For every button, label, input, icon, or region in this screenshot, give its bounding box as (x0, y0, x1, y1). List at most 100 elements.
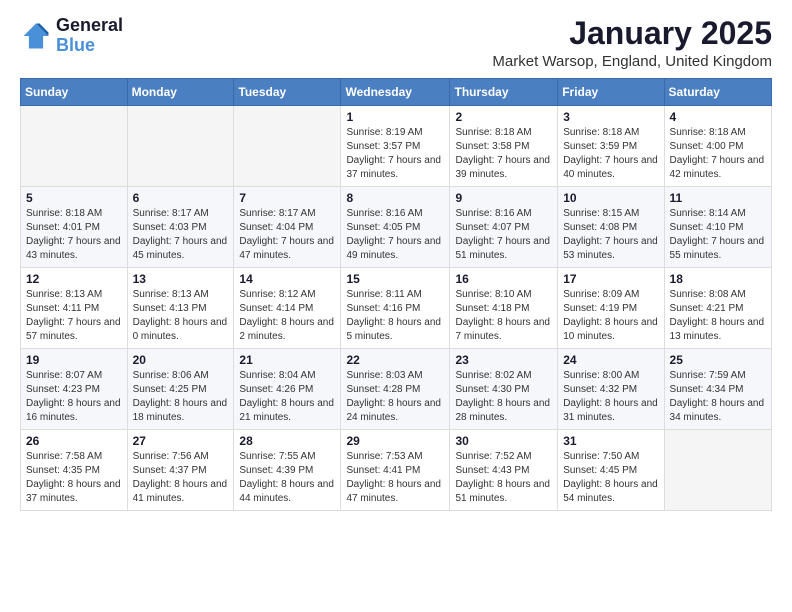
day-info: Sunrise: 8:13 AMSunset: 4:11 PMDaylight:… (26, 288, 122, 344)
day-info: Sunrise: 8:15 AMSunset: 4:08 PMDaylight:… (563, 207, 658, 263)
calendar-cell: 9 Sunrise: 8:16 AMSunset: 4:07 PMDaylight… (450, 187, 558, 268)
weekday-header: Thursday (450, 79, 558, 106)
title-block: January 2025 Market Warsop, England, Uni… (492, 16, 772, 70)
day-number: 12 (26, 272, 122, 286)
logo: General Blue (20, 16, 123, 56)
calendar-cell: 11 Sunrise: 8:14 AMSunset: 4:10 PMDayligh… (664, 187, 771, 268)
day-number: 17 (563, 272, 658, 286)
day-info: Sunrise: 7:52 AMSunset: 4:43 PMDaylight:… (455, 450, 552, 506)
calendar-cell: 15Sunrise: 8:11 AMSunset: 4:16 PMDayligh… (341, 268, 450, 349)
day-info: Sunrise: 8:16 AMSunset: 4:05 PMDaylight:… (346, 207, 444, 263)
calendar-cell: 23 Sunrise: 8:02 AMSunset: 4:30 PMDayligh… (450, 349, 558, 430)
logo-text: General Blue (56, 16, 123, 56)
header: General Blue January 2025 Market Warsop,… (20, 16, 772, 70)
day-info: Sunrise: 8:06 AMSunset: 4:25 PMDaylight:… (133, 369, 229, 425)
logo-line2: Blue (56, 36, 123, 56)
day-number: 2 (455, 110, 552, 124)
day-number: 23 (455, 353, 552, 367)
month-title: January 2025 (492, 16, 772, 51)
calendar-cell: 17 Sunrise: 8:09 AMSunset: 4:19 PMDayligh… (558, 268, 664, 349)
day-info: Sunrise: 8:11 AMSunset: 4:16 PMDaylight:… (346, 288, 444, 344)
weekday-header: Sunday (21, 79, 128, 106)
day-number: 7 (239, 191, 335, 205)
day-number: 1 (346, 110, 444, 124)
day-number: 22 (346, 353, 444, 367)
calendar-cell: 12 Sunrise: 8:13 AMSunset: 4:11 PMDayligh… (21, 268, 128, 349)
calendar-week-row: 19Sunrise: 8:07 AMSunset: 4:23 PMDayligh… (21, 349, 772, 430)
weekday-header: Tuesday (234, 79, 341, 106)
day-info: Sunrise: 8:02 AMSunset: 4:30 PMDaylight:… (455, 369, 552, 425)
day-number: 27 (133, 434, 229, 448)
day-number: 13 (133, 272, 229, 286)
day-number: 21 (239, 353, 335, 367)
day-info: Sunrise: 8:18 AMSunset: 4:01 PMDaylight:… (26, 207, 122, 263)
calendar-week-row: 5 Sunrise: 8:18 AMSunset: 4:01 PMDaylight… (21, 187, 772, 268)
calendar-week-row: 12 Sunrise: 8:13 AMSunset: 4:11 PMDayligh… (21, 268, 772, 349)
day-number: 10 (563, 191, 658, 205)
day-info: Sunrise: 8:17 AMSunset: 4:03 PMDaylight:… (133, 207, 229, 263)
day-info: Sunrise: 7:55 AMSunset: 4:39 PMDaylight:… (239, 450, 335, 506)
calendar-cell: 16Sunrise: 8:10 AMSunset: 4:18 PMDayligh… (450, 268, 558, 349)
day-info: Sunrise: 8:03 AMSunset: 4:28 PMDaylight:… (346, 369, 444, 425)
day-number: 11 (670, 191, 766, 205)
weekday-header: Friday (558, 79, 664, 106)
day-info: Sunrise: 8:09 AMSunset: 4:19 PMDaylight:… (563, 288, 658, 344)
calendar-cell: 22 Sunrise: 8:03 AMSunset: 4:28 PMDayligh… (341, 349, 450, 430)
calendar-cell: 28 Sunrise: 7:55 AMSunset: 4:39 PMDayligh… (234, 430, 341, 511)
day-number: 4 (670, 110, 766, 124)
day-number: 3 (563, 110, 658, 124)
day-number: 20 (133, 353, 229, 367)
day-number: 6 (133, 191, 229, 205)
day-info: Sunrise: 8:08 AMSunset: 4:21 PMDaylight:… (670, 288, 766, 344)
calendar-cell: 4 Sunrise: 8:18 AMSunset: 4:00 PMDaylight… (664, 106, 771, 187)
day-number: 29 (346, 434, 444, 448)
day-info: Sunrise: 7:59 AMSunset: 4:34 PMDaylight:… (670, 369, 766, 425)
calendar-cell: 1 Sunrise: 8:19 AMSunset: 3:57 PMDaylight… (341, 106, 450, 187)
day-number: 18 (670, 272, 766, 286)
day-number: 9 (455, 191, 552, 205)
calendar-cell: 7 Sunrise: 8:17 AMSunset: 4:04 PMDaylight… (234, 187, 341, 268)
day-info: Sunrise: 8:14 AMSunset: 4:10 PMDaylight:… (670, 207, 766, 263)
day-info: Sunrise: 8:04 AMSunset: 4:26 PMDaylight:… (239, 369, 335, 425)
calendar-cell: 24 Sunrise: 8:00 AMSunset: 4:32 PMDayligh… (558, 349, 664, 430)
calendar-cell: 21 Sunrise: 8:04 AMSunset: 4:26 PMDayligh… (234, 349, 341, 430)
calendar-cell (21, 106, 128, 187)
calendar-cell (234, 106, 341, 187)
day-info: Sunrise: 7:58 AMSunset: 4:35 PMDaylight:… (26, 450, 122, 506)
day-info: Sunrise: 7:50 AMSunset: 4:45 PMDaylight:… (563, 450, 658, 506)
day-info: Sunrise: 8:12 AMSunset: 4:14 PMDaylight:… (239, 288, 335, 344)
calendar-cell: 8 Sunrise: 8:16 AMSunset: 4:05 PMDaylight… (341, 187, 450, 268)
calendar-table: SundayMondayTuesdayWednesdayThursdayFrid… (20, 78, 772, 511)
calendar-cell: 2Sunrise: 8:18 AMSunset: 3:58 PMDaylight… (450, 106, 558, 187)
calendar-cell: 25Sunrise: 7:59 AMSunset: 4:34 PMDayligh… (664, 349, 771, 430)
calendar-cell: 6 Sunrise: 8:17 AMSunset: 4:03 PMDaylight… (127, 187, 234, 268)
page: General Blue January 2025 Market Warsop,… (0, 0, 792, 612)
day-info: Sunrise: 8:16 AMSunset: 4:07 PMDaylight:… (455, 207, 552, 263)
logo-icon (20, 20, 52, 52)
calendar-cell: 13Sunrise: 8:13 AMSunset: 4:13 PMDayligh… (127, 268, 234, 349)
calendar-week-row: 26Sunrise: 7:58 AMSunset: 4:35 PMDayligh… (21, 430, 772, 511)
calendar-cell (127, 106, 234, 187)
calendar-cell: 5 Sunrise: 8:18 AMSunset: 4:01 PMDaylight… (21, 187, 128, 268)
calendar-cell: 19Sunrise: 8:07 AMSunset: 4:23 PMDayligh… (21, 349, 128, 430)
day-info: Sunrise: 8:19 AMSunset: 3:57 PMDaylight:… (346, 126, 444, 182)
day-number: 14 (239, 272, 335, 286)
calendar-cell: 14 Sunrise: 8:12 AMSunset: 4:14 PMDayligh… (234, 268, 341, 349)
calendar-cell: 31 Sunrise: 7:50 AMSunset: 4:45 PMDayligh… (558, 430, 664, 511)
day-number: 19 (26, 353, 122, 367)
weekday-header: Wednesday (341, 79, 450, 106)
calendar-cell: 18 Sunrise: 8:08 AMSunset: 4:21 PMDayligh… (664, 268, 771, 349)
day-info: Sunrise: 7:56 AMSunset: 4:37 PMDaylight:… (133, 450, 229, 506)
day-info: Sunrise: 8:18 AMSunset: 4:00 PMDaylight:… (670, 126, 766, 182)
day-number: 8 (346, 191, 444, 205)
day-info: Sunrise: 8:17 AMSunset: 4:04 PMDaylight:… (239, 207, 335, 263)
day-number: 24 (563, 353, 658, 367)
day-info: Sunrise: 8:00 AMSunset: 4:32 PMDaylight:… (563, 369, 658, 425)
location: Market Warsop, England, United Kingdom (492, 53, 772, 70)
day-number: 28 (239, 434, 335, 448)
day-number: 30 (455, 434, 552, 448)
calendar-cell: 26Sunrise: 7:58 AMSunset: 4:35 PMDayligh… (21, 430, 128, 511)
day-number: 31 (563, 434, 658, 448)
day-number: 5 (26, 191, 122, 205)
day-info: Sunrise: 7:53 AMSunset: 4:41 PMDaylight:… (346, 450, 444, 506)
